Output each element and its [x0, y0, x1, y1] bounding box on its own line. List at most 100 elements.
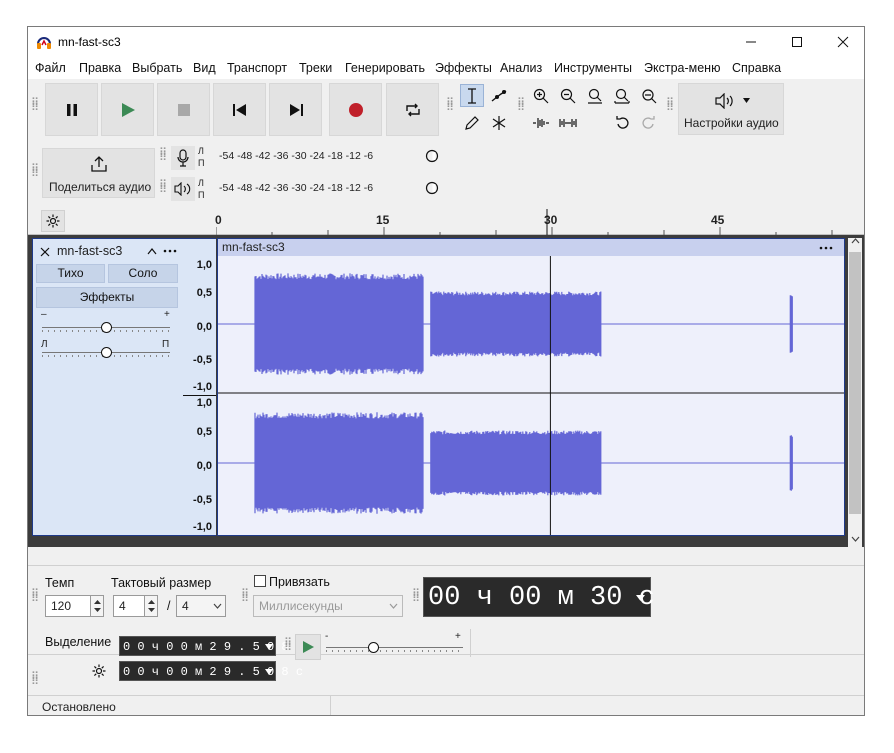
menu-file[interactable]: Файл [35, 61, 66, 75]
selection-tool-button[interactable] [460, 84, 484, 107]
play-meter-end-icon [425, 181, 439, 195]
solo-button[interactable]: Соло [108, 264, 178, 283]
tempo-spinner[interactable] [90, 595, 104, 617]
menu-edit[interactable]: Правка [79, 61, 121, 75]
menu-generate[interactable]: Генерировать [345, 61, 425, 75]
snap-checkbox[interactable] [254, 575, 266, 587]
undo-button[interactable] [610, 111, 634, 134]
skip-end-button[interactable] [269, 83, 322, 136]
tools-grip[interactable]: ⠿ ⠿ [446, 98, 454, 114]
zoom-in-button[interactable] [529, 84, 553, 107]
scroll-down-icon[interactable] [851, 536, 860, 542]
tempo-input[interactable]: 120 [45, 595, 91, 617]
record-meter-scale[interactable]: -54 -48 -42 -36 -30 -24 -18 -12 -6 [219, 150, 373, 162]
playhead-marker[interactable] [544, 209, 550, 235]
time-signature-label: Тактовый размер [111, 576, 212, 590]
loop-icon [405, 103, 420, 116]
fit-project-button[interactable] [610, 84, 634, 107]
effects-button[interactable]: Эффекты [36, 287, 178, 308]
audio-settings-grip[interactable]: ⠿ ⠿ [666, 98, 674, 114]
record-meter-grip[interactable]: ⠿ ⠿ [159, 148, 167, 164]
audio-clip[interactable]: mn-fast-sc3 [217, 238, 845, 536]
menu-tracks[interactable]: Треки [299, 61, 332, 75]
pause-button[interactable] [45, 83, 98, 136]
vertical-scroll-thumb[interactable] [849, 252, 861, 514]
menu-view[interactable]: Вид [193, 61, 216, 75]
collapse-track-icon[interactable] [147, 247, 157, 255]
vertical-scrollbar[interactable] [848, 238, 862, 547]
skip-start-button[interactable] [213, 83, 266, 136]
time-display-grip[interactable]: ⠿ ⠿ [412, 589, 420, 605]
clip-header[interactable]: mn-fast-sc3 [218, 239, 844, 256]
snap-grip[interactable]: ⠿ ⠿ [241, 589, 249, 605]
play-at-speed-grip[interactable]: ⠿ ⠿ [284, 638, 292, 654]
play-at-speed-button[interactable] [295, 634, 321, 660]
fit-selection-button[interactable] [583, 84, 607, 107]
track-control-panel[interactable]: mn-fast-sc3 Тихо Соло Эффекты – + Л П [32, 238, 184, 536]
envelope-tool-button[interactable] [487, 84, 511, 107]
gain-slider[interactable] [42, 322, 170, 334]
edit-grip[interactable]: ⠿ ⠿ [517, 98, 525, 114]
selection-settings-button[interactable] [88, 660, 110, 682]
pause-icon [66, 103, 77, 116]
play-meter-grip[interactable]: ⠿ ⠿ [159, 180, 167, 196]
close-track-icon[interactable] [40, 247, 50, 257]
toolbar-grip[interactable]: ⠿ ⠿ [31, 98, 39, 114]
amplitude-scale[interactable]: 1,0 0,5 0,0 -0,5 -1,0 1,0 0,5 0,0 -0,5 -… [183, 238, 216, 536]
trim-button[interactable] [529, 111, 553, 134]
track-menu-icon[interactable] [163, 249, 177, 253]
play-meter-scale[interactable]: -54 -48 -42 -36 -30 -24 -18 -12 -6 [219, 182, 373, 194]
snap-unit-select[interactable]: Миллисекунды [253, 595, 403, 617]
silence-button[interactable] [556, 111, 580, 134]
menu-analyze[interactable]: Анализ [500, 61, 542, 75]
clip-menu-icon[interactable] [819, 246, 833, 250]
timeline-ruler[interactable]: 0 15 30 45 [28, 209, 864, 235]
scroll-up-icon[interactable] [851, 238, 860, 244]
selection-start-time[interactable]: 0 0 ч 0 0 м 2 9 . 5 0 8 с [119, 636, 303, 656]
time-signature-denominator[interactable]: 4 [176, 595, 226, 617]
record-button[interactable] [329, 83, 382, 136]
draw-tool-button[interactable] [460, 111, 484, 134]
share-audio-button[interactable]: Поделиться аудио [42, 148, 155, 198]
menu-transport[interactable]: Транспорт [227, 61, 287, 75]
time-signature-numerator[interactable]: 4 [113, 595, 145, 617]
play-meter-button[interactable] [171, 177, 195, 201]
pan-slider[interactable] [42, 347, 170, 359]
stop-button[interactable] [157, 83, 210, 136]
zoom-toggle-button[interactable] [637, 84, 661, 107]
mute-button[interactable]: Тихо [36, 264, 105, 283]
pan-slider-thumb[interactable] [100, 347, 112, 358]
selection-grip[interactable]: ⠿ ⠿ [31, 672, 39, 688]
redo-button[interactable] [637, 111, 661, 134]
zoom-out-button[interactable] [556, 84, 580, 107]
close-icon [837, 36, 849, 48]
minimize-button[interactable] [728, 27, 774, 57]
waveform[interactable] [218, 256, 844, 536]
gain-minus-label: – [41, 309, 47, 320]
time-signature-grip[interactable]: ⠿ ⠿ [31, 589, 39, 605]
gain-slider-thumb[interactable] [100, 322, 112, 333]
audio-settings-button[interactable]: Настройки аудио [678, 83, 784, 135]
play-button[interactable] [101, 83, 154, 136]
menu-help[interactable]: Справка [732, 61, 781, 75]
close-window-button[interactable] [820, 27, 864, 57]
menu-tools[interactable]: Инструменты [554, 61, 632, 75]
play-speed-thumb[interactable] [367, 642, 379, 653]
snap-label: Привязать [269, 575, 330, 589]
multi-tool-button[interactable] [487, 111, 511, 134]
loop-button[interactable] [386, 83, 439, 136]
record-meter-button[interactable] [171, 146, 195, 170]
numerator-spinner[interactable] [144, 595, 158, 617]
play-speed-slider[interactable] [326, 642, 463, 654]
track-name[interactable]: mn-fast-sc3 [57, 244, 122, 258]
time-display[interactable]: 00 ч 00 м 30 с [423, 577, 655, 617]
maximize-button[interactable] [774, 27, 820, 57]
chevron-down-icon [213, 603, 222, 609]
menu-effects[interactable]: Эффекты [435, 61, 492, 75]
selection-end-time[interactable]: 0 0 ч 0 0 м 2 9 . 5 0 8 с [119, 661, 303, 681]
menu-select[interactable]: Выбрать [132, 61, 182, 75]
timeline-settings-button[interactable] [41, 210, 65, 232]
menu-extra[interactable]: Экстра-меню [644, 61, 720, 75]
share-grip[interactable]: ⠿ ⠿ [31, 164, 39, 180]
scale-label: -1,0 [193, 521, 212, 533]
